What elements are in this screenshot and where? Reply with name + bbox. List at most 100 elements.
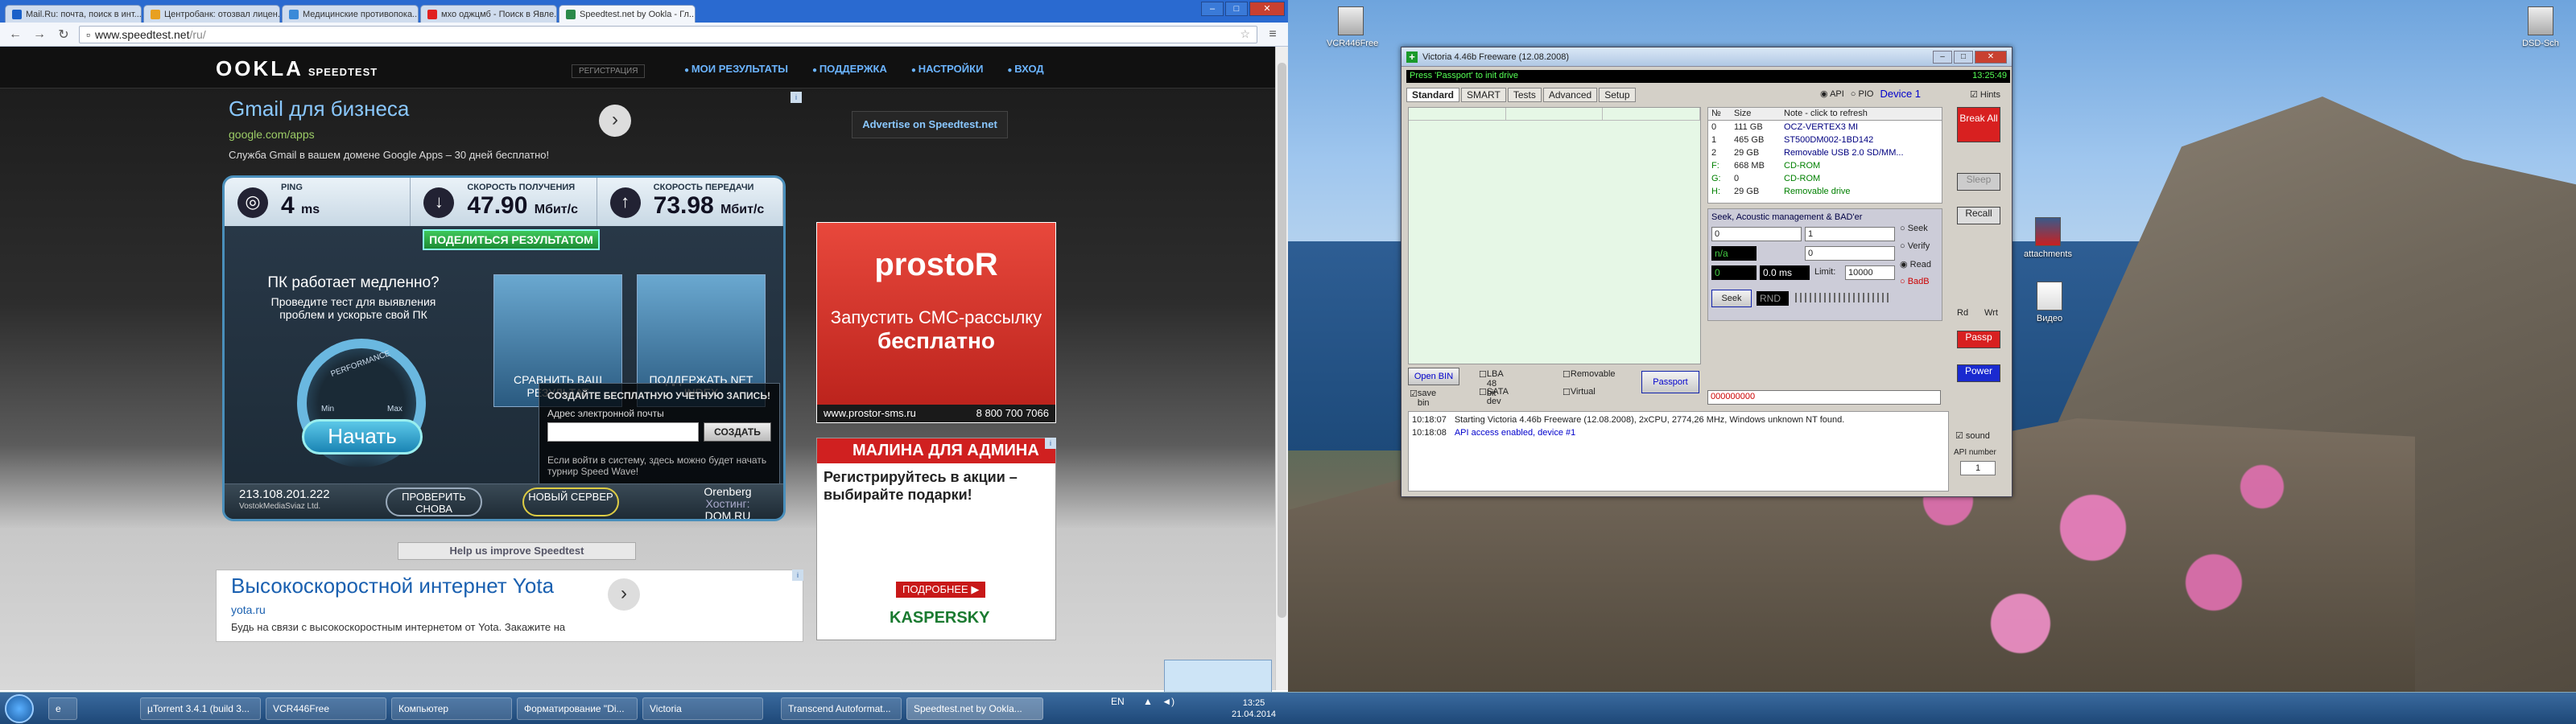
address-bar[interactable]: ▫ www.speedtest.net/ru/ ☆ [79, 25, 1257, 43]
gmail-ad[interactable]: Gmail для бизнеса google.com/apps Служба… [229, 97, 808, 177]
virtual-checkbox[interactable]: ☐ Virtual [1563, 387, 1596, 397]
recall-button[interactable]: Recall [1957, 207, 2000, 224]
create-account-button[interactable]: СОЗДАТЬ [704, 422, 771, 442]
page-scrollbar[interactable] [1275, 47, 1288, 690]
nav-support[interactable]: ПОДДЕРЖКА [812, 63, 887, 75]
language-indicator[interactable]: EN [1111, 696, 1125, 707]
drive-row[interactable]: H: 29 GB Removable drive [1708, 185, 1942, 198]
tab-advanced[interactable]: Advanced [1542, 88, 1598, 102]
taskbar-item-speedtest[interactable]: Speedtest.net by Ookla... [906, 697, 1043, 720]
close-icon[interactable]: ✕ [1249, 2, 1285, 16]
tab-standard[interactable]: Standard [1406, 88, 1460, 102]
taskbar-item-format[interactable]: Форматирование "Di... [517, 697, 638, 720]
forward-arrow-icon[interactable]: → [31, 27, 48, 42]
tab-tests[interactable]: Tests [1507, 88, 1542, 102]
drive-row[interactable]: G: 0 CD-ROM [1708, 172, 1942, 185]
minimize-icon[interactable]: – [1201, 2, 1224, 16]
to-input[interactable]: 1 [1805, 227, 1895, 241]
drive-row[interactable]: 1 465 GB ST500DM002-1BD142 [1708, 134, 1942, 146]
slow-pc-promo[interactable]: ПК работает медленно? Проведите тест для… [257, 274, 450, 321]
taskbar-clock[interactable]: 13:25 21.04.2014 [1232, 697, 1276, 720]
adchoices-icon[interactable]: i [791, 92, 802, 103]
start-orb-icon[interactable] [5, 694, 34, 723]
limit-input[interactable]: 10000 [1845, 265, 1895, 280]
pio-radio[interactable]: ○ PIO [1851, 89, 1874, 99]
sata-checkbox[interactable]: ☐ SATA dev [1479, 387, 1508, 406]
drive-row[interactable]: F: 668 MB CD-ROM [1708, 159, 1942, 172]
open-bin-button[interactable]: Open BIN [1408, 368, 1459, 385]
register-link[interactable]: РЕГИСТРАЦИЯ [572, 64, 646, 78]
taskbar-item-computer[interactable]: Компьютер [391, 697, 512, 720]
drive-row[interactable]: 2 29 GB Removable USB 2.0 SD/MM... [1708, 146, 1942, 159]
victoria-titlebar[interactable]: + Victoria 4.46b Freeware (12.08.2008) –… [1402, 47, 2012, 67]
browser-tab-mailru[interactable]: Mail.Ru: почта, поиск в инт... [5, 5, 142, 23]
seek-button[interactable]: Seek [1711, 290, 1752, 307]
api-number-spinner[interactable]: 1 [1960, 461, 1996, 475]
browser-tab-search[interactable]: мхо оджцмб - Поиск в Явле... [420, 5, 557, 23]
notification-popup[interactable] [1164, 660, 1272, 695]
chevron-right-icon[interactable]: › [599, 105, 631, 137]
taskbar-item-vcr[interactable]: VCR446Free [266, 697, 386, 720]
minimize-icon[interactable]: – [1933, 50, 1952, 64]
browser-tab-speedtest[interactable]: Speedtest.net by Ookla - Гл... [559, 5, 696, 23]
quicklaunch-ie-icon[interactable]: e [48, 697, 77, 720]
close-icon[interactable]: ✕ [1975, 50, 2007, 64]
serial-field[interactable]: 000000000 [1707, 390, 1941, 405]
desktop-icon-attachments[interactable]: attachments [2024, 217, 2072, 259]
email-input[interactable] [547, 422, 699, 442]
advertise-link[interactable]: Advertise on Speedtest.net [852, 111, 1008, 138]
save-bin-checkbox[interactable]: ☑ save bin [1410, 389, 1436, 408]
drive-list[interactable]: № Size Note - click to refresh 0 111 GB OC… [1707, 107, 1942, 204]
ad-title[interactable]: Gmail для бизнеса [229, 97, 808, 121]
removable-checkbox[interactable]: ☐ Removable [1563, 369, 1616, 380]
taskbar-item-utorrent[interactable]: µTorrent 3.4.1 (build 3... [140, 697, 261, 720]
seek-field[interactable]: 0 [1805, 246, 1895, 261]
browser-tab-medical[interactable]: Медицинские противопока... [282, 5, 419, 23]
taskbar-item-victoria[interactable]: Victoria [642, 697, 763, 720]
maximize-icon[interactable]: □ [1225, 2, 1248, 16]
hints-checkbox[interactable]: ☑ Hints [1970, 89, 2000, 100]
desktop-icon-video[interactable]: Видео [2025, 282, 2074, 323]
prostor-ad[interactable]: prostoR Запустить СМС-рассылку бесплатно… [816, 222, 1056, 423]
radio-verify[interactable]: ○ Verify [1900, 241, 1930, 251]
ad-url[interactable]: google.com/apps [229, 128, 808, 141]
back-arrow-icon[interactable]: ← [6, 27, 24, 42]
ad-title[interactable]: Высокоскоростной интернет Yota [231, 574, 788, 599]
tab-setup[interactable]: Setup [1599, 88, 1636, 102]
help-improve-link[interactable]: Help us improve Speedtest [398, 542, 636, 560]
lba48-checkbox[interactable]: ☐ LBA 48 bit [1479, 369, 1503, 398]
reload-icon[interactable]: ↻ [55, 27, 72, 43]
radio-badb[interactable]: ○ BadB [1900, 277, 1930, 286]
volume-icon[interactable]: ◄) [1162, 696, 1174, 707]
start-button[interactable]: Начать [302, 419, 423, 455]
maximize-icon[interactable]: □ [1954, 50, 1973, 64]
sound-checkbox[interactable]: ☑ sound [1955, 430, 1990, 441]
menu-icon[interactable]: ≡ [1264, 27, 1282, 42]
retest-button[interactable]: ПРОВЕРИТЬ СНОВА [386, 487, 482, 516]
from-input[interactable]: 0 [1711, 227, 1802, 241]
acoustic-slider[interactable] [1795, 293, 1892, 302]
yota-ad[interactable]: Высокоскоростной интернет Yota yota.ru Б… [216, 570, 803, 642]
scrollbar-thumb[interactable] [1278, 63, 1286, 618]
star-icon[interactable]: ☆ [1240, 27, 1250, 41]
desktop-icon-dsd[interactable]: DSD-Sch [2516, 6, 2565, 48]
tab-smart[interactable]: SMART [1461, 88, 1506, 102]
adchoices-icon[interactable]: i [792, 570, 803, 581]
taskbar-item-transcend[interactable]: Transcend Autoformat... [781, 697, 902, 720]
radio-read[interactable]: ◉ Read [1900, 259, 1931, 269]
api-radio[interactable]: ◉ API [1820, 88, 1844, 99]
ookla-logo[interactable]: OOKLA SPEEDTEST [216, 56, 378, 81]
passp-button[interactable]: Passp [1957, 331, 2000, 348]
sleep-button[interactable]: Sleep [1957, 173, 2000, 191]
nav-my-results[interactable]: МОИ РЕЗУЛЬТАТЫ [684, 63, 788, 75]
desktop-icon-vcr[interactable]: VCR446Free [1327, 6, 1378, 48]
browser-tab-centrobank[interactable]: Центробанк: отозвал лицен... [143, 5, 280, 23]
nav-settings[interactable]: НАСТРОЙКИ [911, 63, 984, 75]
chevron-right-icon[interactable]: › [608, 578, 640, 611]
radio-seek[interactable]: ○ Seek [1900, 224, 1928, 233]
power-button[interactable]: Power [1957, 364, 2000, 382]
break-all-button[interactable]: Break All [1957, 107, 2000, 142]
ad-url[interactable]: yota.ru [231, 603, 788, 616]
passport-button[interactable]: Passport [1641, 371, 1699, 393]
nav-login[interactable]: ВХОД [1007, 63, 1043, 75]
